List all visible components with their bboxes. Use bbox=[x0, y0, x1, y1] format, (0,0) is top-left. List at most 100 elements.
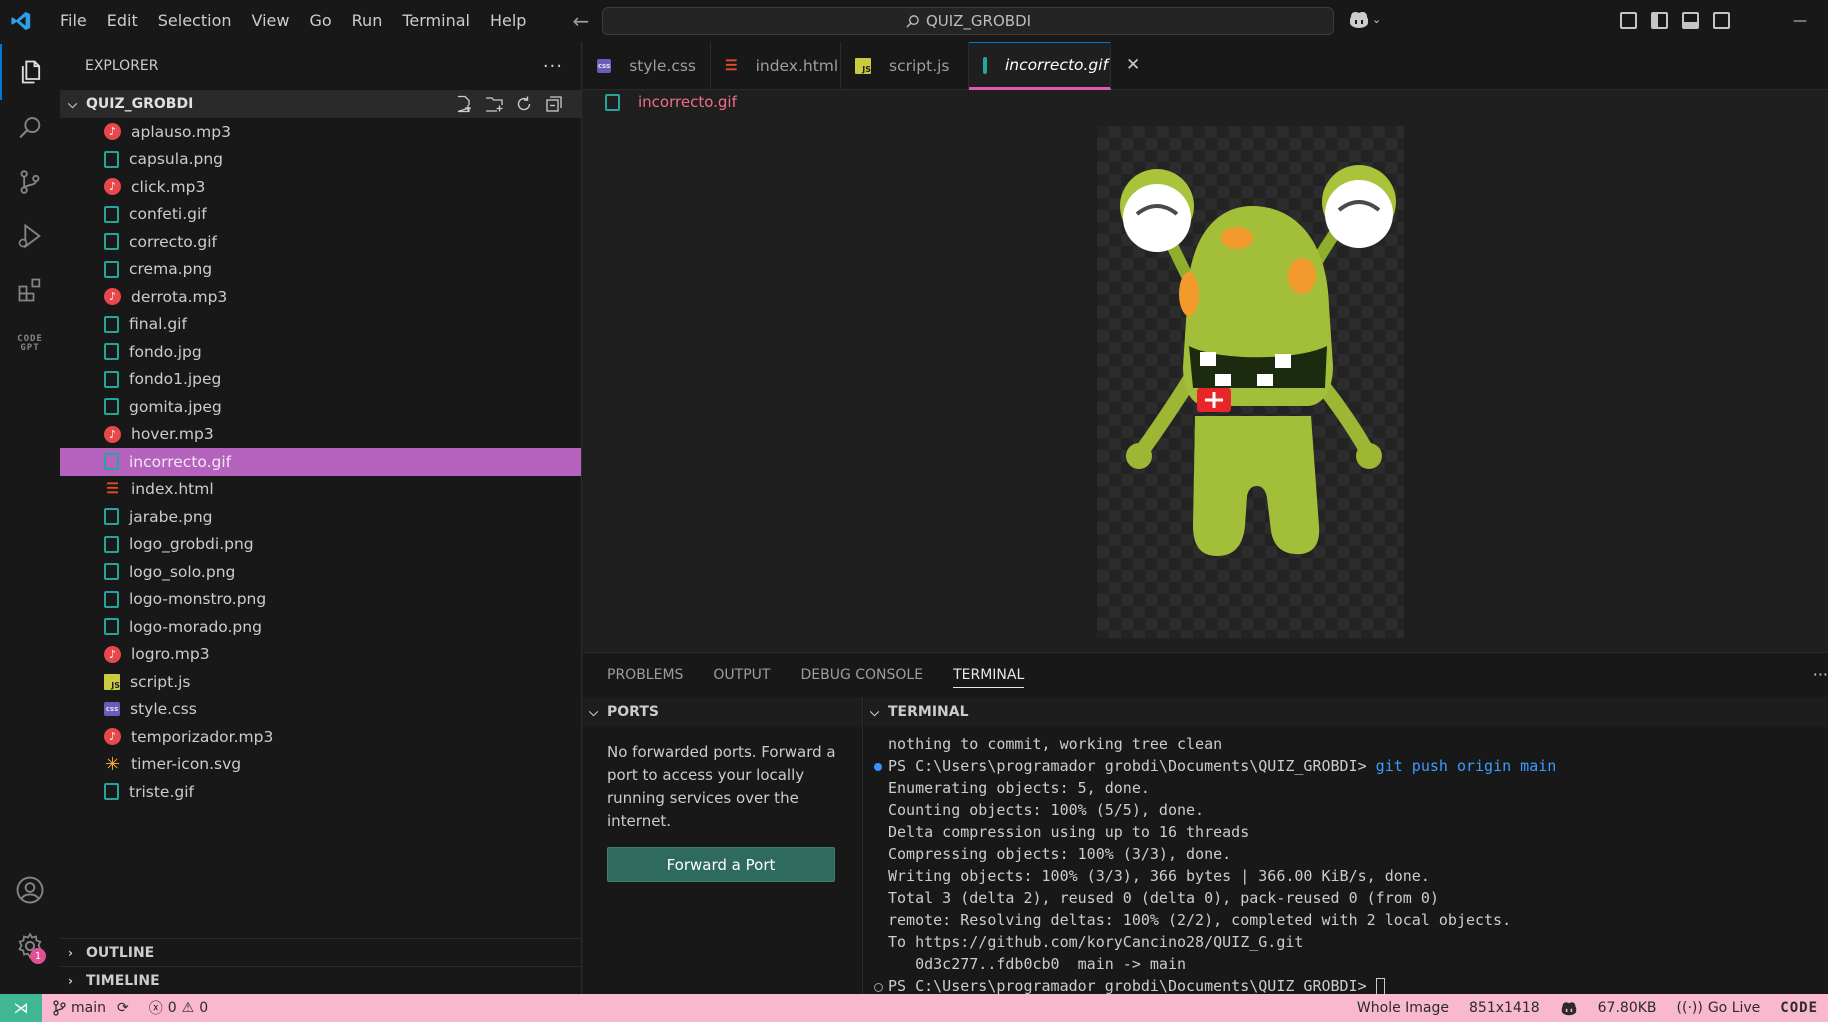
source-control-icon[interactable] bbox=[0, 154, 60, 210]
file-item[interactable]: triste.gif bbox=[60, 778, 581, 806]
codegpt-icon[interactable]: CODE GPT bbox=[0, 316, 60, 372]
explorer-title: EXPLORER bbox=[85, 58, 159, 74]
terminal-header[interactable]: ⌵ TERMINAL bbox=[864, 697, 1828, 727]
file-name: logo-morado.png bbox=[129, 617, 262, 636]
terminal-output[interactable]: nothing to commit, working tree clean PS … bbox=[864, 727, 1828, 997]
remote-indicator-icon[interactable]: ⋊ bbox=[0, 994, 42, 1022]
image-file-icon bbox=[104, 590, 119, 608]
sync-icon[interactable]: ⟳ bbox=[117, 1000, 129, 1016]
file-item[interactable]: ☰ index.html bbox=[60, 476, 581, 504]
file-item[interactable]: fondo1.jpeg bbox=[60, 366, 581, 394]
menu-file[interactable]: File bbox=[50, 0, 97, 42]
file-item[interactable]: fondo.jpg bbox=[60, 338, 581, 366]
file-item[interactable]: capsula.png bbox=[60, 146, 581, 174]
file-name: logo-monstro.png bbox=[129, 590, 267, 609]
tab-problems[interactable]: PROBLEMS bbox=[607, 667, 683, 683]
refresh-icon[interactable] bbox=[515, 95, 533, 113]
file-item[interactable]: logo_grobdi.png bbox=[60, 531, 581, 559]
editor-tab[interactable]: ☰ index.html bbox=[711, 42, 841, 90]
terminal-line: Enumerating objects: 5, done. bbox=[868, 777, 1828, 799]
forward-port-button[interactable]: Forward a Port bbox=[607, 847, 835, 882]
copilot-status-icon[interactable] bbox=[1550, 1000, 1588, 1016]
timeline-section[interactable]: › TIMELINE bbox=[60, 966, 581, 994]
folder-quiz-grobdi[interactable]: ⌵ QUIZ_GROBDI bbox=[60, 90, 581, 118]
image-preview-canvas[interactable] bbox=[1097, 126, 1404, 638]
new-folder-icon[interactable] bbox=[485, 95, 503, 113]
command-success-icon[interactable] bbox=[874, 763, 882, 771]
extensions-icon[interactable] bbox=[0, 262, 60, 318]
file-item[interactable]: final.gif bbox=[60, 311, 581, 339]
menu-selection[interactable]: Selection bbox=[148, 0, 242, 42]
file-name: confeti.gif bbox=[129, 205, 207, 224]
ports-header[interactable]: ⌵ PORTS bbox=[583, 697, 862, 727]
toggle-secondary-sidebar-icon[interactable] bbox=[1713, 12, 1730, 29]
menu-edit[interactable]: Edit bbox=[97, 0, 148, 42]
menu-run[interactable]: Run bbox=[342, 0, 393, 42]
toggle-panel-icon[interactable] bbox=[1682, 12, 1699, 29]
close-tab-icon[interactable]: ✕ bbox=[1126, 55, 1140, 75]
branch-status[interactable]: main ⟳ bbox=[42, 1000, 139, 1016]
zoom-status[interactable]: Whole Image bbox=[1347, 1000, 1459, 1016]
search-icon[interactable] bbox=[0, 100, 60, 156]
toggle-sidebar-icon[interactable] bbox=[1651, 12, 1668, 29]
command-pending-icon[interactable] bbox=[874, 983, 883, 992]
file-item[interactable]: jarabe.png bbox=[60, 503, 581, 531]
file-item[interactable]: gomita.jpeg bbox=[60, 393, 581, 421]
customize-layout-icon[interactable] bbox=[1620, 12, 1637, 29]
file-name: fondo.jpg bbox=[129, 342, 202, 361]
svg-file-icon: ✳ bbox=[104, 753, 121, 775]
terminal-text: To https://github.com/koryCancino28/QUIZ… bbox=[888, 933, 1304, 951]
file-item[interactable]: logo-monstro.png bbox=[60, 586, 581, 614]
command-center-search[interactable]: QUIZ_GROBDI bbox=[602, 7, 1334, 35]
tab-terminal[interactable]: TERMINAL bbox=[953, 662, 1025, 688]
file-item[interactable]: ♪ derrota.mp3 bbox=[60, 283, 581, 311]
file-item[interactable]: logo_solo.png bbox=[60, 558, 581, 586]
file-name: click.mp3 bbox=[131, 177, 206, 196]
image-file-icon bbox=[104, 535, 119, 553]
file-item[interactable]: logo-morado.png bbox=[60, 613, 581, 641]
terminal-view[interactable]: ⌵ TERMINAL nothing to commit, working tr… bbox=[864, 697, 1828, 997]
file-item[interactable]: ♪ logro.mp3 bbox=[60, 641, 581, 669]
file-item[interactable]: ♪ aplauso.mp3 bbox=[60, 118, 581, 146]
menu-terminal[interactable]: Terminal bbox=[392, 0, 480, 42]
panel-more-icon[interactable]: ··· bbox=[1813, 665, 1828, 684]
collapse-all-icon[interactable] bbox=[545, 95, 563, 113]
editor-tab[interactable]: JS script.js bbox=[841, 42, 969, 90]
menu-view[interactable]: View bbox=[242, 0, 300, 42]
tab-debug-console[interactable]: DEBUG CONSOLE bbox=[800, 667, 923, 683]
file-item[interactable]: JS script.js bbox=[60, 668, 581, 696]
file-name: incorrecto.gif bbox=[129, 452, 232, 471]
file-item[interactable]: crema.png bbox=[60, 256, 581, 284]
vscode-logo-icon bbox=[0, 0, 42, 42]
js-file-icon: JS bbox=[104, 673, 120, 690]
breadcrumb[interactable]: incorrecto.gif bbox=[605, 90, 737, 114]
codegpt-status[interactable]: CODE bbox=[1770, 1000, 1828, 1016]
editor-tab[interactable]: incorrecto.gif ✕ bbox=[969, 42, 1140, 90]
editor-tab[interactable]: css style.css bbox=[583, 42, 711, 90]
chevron-right-icon: › bbox=[68, 973, 73, 988]
tab-output[interactable]: OUTPUT bbox=[713, 667, 770, 683]
file-item[interactable]: ✳ timer-icon.svg bbox=[60, 751, 581, 779]
settings-gear-icon[interactable]: 1 bbox=[0, 918, 60, 974]
chevron-down-icon: ⌵ bbox=[870, 704, 880, 719]
account-icon[interactable] bbox=[0, 862, 60, 918]
file-item[interactable]: css style.css bbox=[60, 696, 581, 724]
back-arrow-icon[interactable]: ← bbox=[572, 9, 589, 33]
file-item[interactable]: ♪ click.mp3 bbox=[60, 173, 581, 201]
file-item[interactable]: confeti.gif bbox=[60, 201, 581, 229]
outline-section[interactable]: › OUTLINE bbox=[60, 938, 581, 966]
run-debug-icon[interactable] bbox=[0, 208, 60, 264]
new-file-icon[interactable] bbox=[455, 95, 473, 113]
go-live-button[interactable]: ((·)) Go Live bbox=[1667, 1000, 1771, 1016]
file-item[interactable]: incorrecto.gif bbox=[60, 448, 581, 476]
copilot-button[interactable]: ⌄ bbox=[1348, 9, 1381, 29]
file-item[interactable]: ♪ temporizador.mp3 bbox=[60, 723, 581, 751]
file-item[interactable]: ♪ hover.mp3 bbox=[60, 421, 581, 449]
more-actions-icon[interactable]: ··· bbox=[543, 56, 563, 77]
menu-go[interactable]: Go bbox=[299, 0, 341, 42]
file-item[interactable]: correcto.gif bbox=[60, 228, 581, 256]
minimize-icon[interactable]: — bbox=[1772, 0, 1828, 42]
menu-help[interactable]: Help bbox=[480, 0, 536, 42]
explorer-icon[interactable] bbox=[0, 44, 60, 100]
problems-status[interactable]: ⓧ 0 ⚠ 0 bbox=[139, 998, 218, 1018]
